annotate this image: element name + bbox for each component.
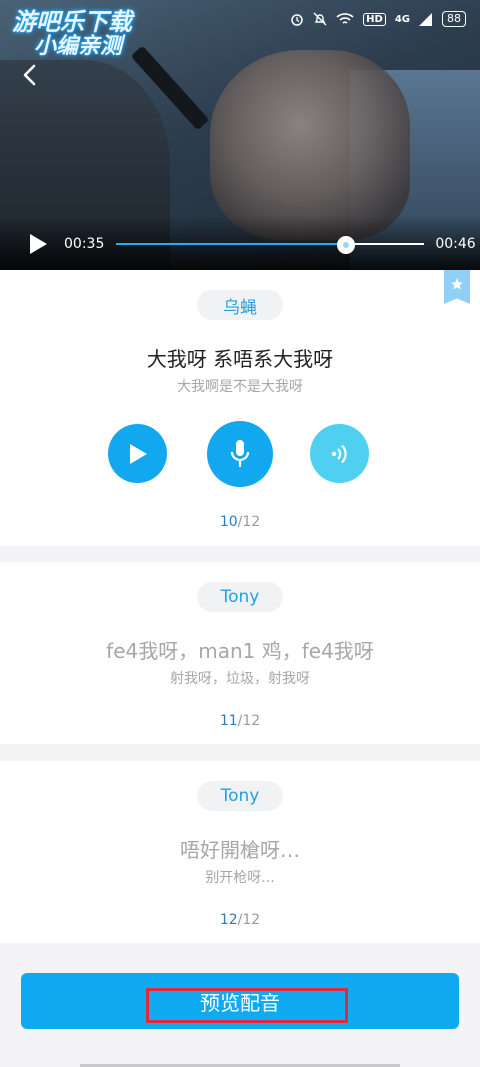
line-counter: 11/12 xyxy=(0,713,480,729)
role-tag: Tony xyxy=(197,582,283,612)
play-original-button[interactable] xyxy=(108,424,167,483)
video-play-button[interactable] xyxy=(26,232,50,256)
progress-fill xyxy=(116,243,347,245)
dub-line-card-active: 乌蝇 大我呀 系唔系大我呀 大我啊是不是大我呀 10/12 xyxy=(0,270,480,546)
line-index: 12 xyxy=(219,912,238,928)
line-text: 大我呀 系唔系大我呀 xyxy=(146,347,334,371)
line-translation: 别开枪呀... xyxy=(205,870,275,886)
mute-icon xyxy=(313,12,327,26)
progress-thumb[interactable] xyxy=(337,236,356,254)
battery-indicator: 88 xyxy=(442,11,466,27)
alarm-icon xyxy=(291,14,303,26)
highlight-annotation xyxy=(146,988,348,1023)
favorite-badge[interactable] xyxy=(444,270,470,304)
line-total: /12 xyxy=(237,713,261,729)
video-progress-slider[interactable] xyxy=(116,236,425,254)
status-icons: HD 4G 88 xyxy=(290,11,466,27)
playback-recording-button[interactable] xyxy=(310,424,369,483)
line-index: 11 xyxy=(219,713,238,729)
network-label: 4G xyxy=(394,13,410,25)
signal-icon xyxy=(419,12,432,26)
dub-line-card[interactable]: Tony fe4我呀，man1 鸡，fe4我呀 射我呀，垃圾，射我呀 11/12 xyxy=(0,562,480,744)
star-icon xyxy=(451,278,463,290)
watermark: 游吧乐下载 小编亲测 xyxy=(12,8,132,60)
watermark-line-2: 小编亲测 xyxy=(34,34,123,60)
hd-badge: HD xyxy=(363,12,386,26)
line-translation: 大我啊是不是大我呀 xyxy=(177,379,303,395)
record-button[interactable] xyxy=(207,421,273,487)
dub-line-card[interactable]: Tony 唔好開槍呀… 别开枪呀... 12/12 xyxy=(0,761,480,943)
line-index: 10 xyxy=(219,514,238,530)
line-action-buttons xyxy=(0,421,480,487)
status-bar: 游吧乐下载 小编亲测 HD 4G 88 xyxy=(0,0,480,58)
play-icon xyxy=(129,443,147,464)
microphone-icon xyxy=(230,440,250,467)
player-controls: 00:35 00:46 xyxy=(0,226,480,262)
line-text: 唔好開槍呀… xyxy=(180,838,300,862)
line-total: /12 xyxy=(237,912,261,928)
line-counter: 10/12 xyxy=(0,514,480,530)
line-text: fe4我呀，man1 鸡，fe4我呀 xyxy=(106,639,374,663)
video-frame-figure-face xyxy=(210,50,410,240)
line-translation: 射我呀，垃圾，射我呀 xyxy=(170,671,310,687)
back-button[interactable] xyxy=(14,60,44,90)
current-time: 00:35 xyxy=(64,236,105,252)
play-icon xyxy=(30,234,47,254)
total-time: 00:46 xyxy=(435,236,476,252)
chevron-left-icon xyxy=(23,64,36,86)
line-total: /12 xyxy=(237,514,261,530)
role-tag: 乌蝇 xyxy=(197,290,283,320)
playback-sound-icon xyxy=(331,444,347,463)
line-counter: 12/12 xyxy=(0,912,480,928)
watermark-line-1: 游吧乐下载 xyxy=(12,8,132,36)
role-tag: Tony xyxy=(197,781,283,811)
wifi-icon xyxy=(336,13,354,24)
